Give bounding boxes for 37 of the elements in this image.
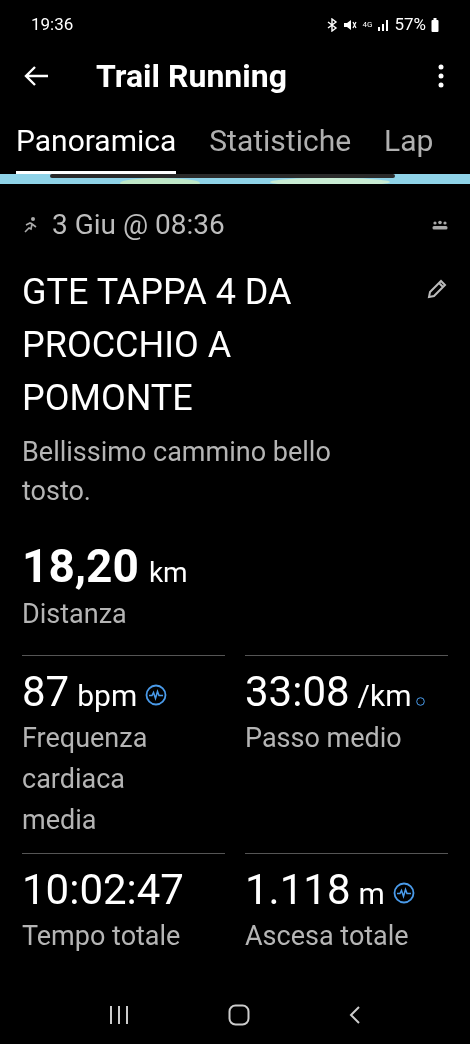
stat-value: 1.118 (245, 863, 351, 916)
distance-label: Distanza (22, 597, 128, 632)
signal-icon (377, 19, 390, 31)
screen-title: Trail Running (96, 56, 288, 97)
network-label: 4G (362, 21, 373, 29)
stat-value: 33:08 (245, 665, 350, 718)
bluetooth-icon (326, 18, 339, 32)
stat-unit: /km (357, 676, 412, 715)
status-time: 19:36 (31, 13, 74, 37)
more-options-icon[interactable] (438, 64, 444, 88)
stat-unit: m (358, 874, 385, 913)
activity-description: Bellissimo cammino bello tosto. (22, 435, 332, 509)
pulse-icon[interactable] (415, 696, 425, 706)
group-icon[interactable] (432, 220, 448, 230)
mute-icon (343, 18, 358, 32)
back-icon[interactable] (348, 1005, 361, 1025)
stat-label: Ascesa totale (245, 918, 410, 954)
pulse-icon[interactable] (392, 881, 415, 904)
activity-title: GTE TAPPA 4 DA PROCCHIO A POMONTE (22, 270, 293, 421)
stat-unit: bpm (77, 676, 138, 715)
stat-label: Passo medio (245, 720, 403, 756)
tab[interactable]: Lap (384, 118, 434, 174)
recent-apps-icon[interactable] (109, 1006, 130, 1024)
home-icon[interactable] (228, 1004, 250, 1026)
battery-percent: 57% (394, 13, 426, 37)
stat-value: 10:02:47 (22, 863, 184, 916)
activity-date: 3 Giu @ 08:36 (52, 207, 226, 243)
tab[interactable]: Statistiche (209, 118, 352, 174)
distance-unit: km (148, 555, 188, 591)
battery-icon (431, 18, 439, 32)
stat-label: Frequenza cardiaca media (22, 720, 149, 838)
distance-value: 18,20 (22, 539, 139, 593)
pencil-icon[interactable] (426, 278, 448, 300)
stat-value: 87 (22, 665, 70, 718)
pulse-icon[interactable] (145, 683, 168, 706)
back-arrow-icon[interactable] (24, 65, 50, 87)
stat-label: Tempo totale (22, 918, 182, 954)
